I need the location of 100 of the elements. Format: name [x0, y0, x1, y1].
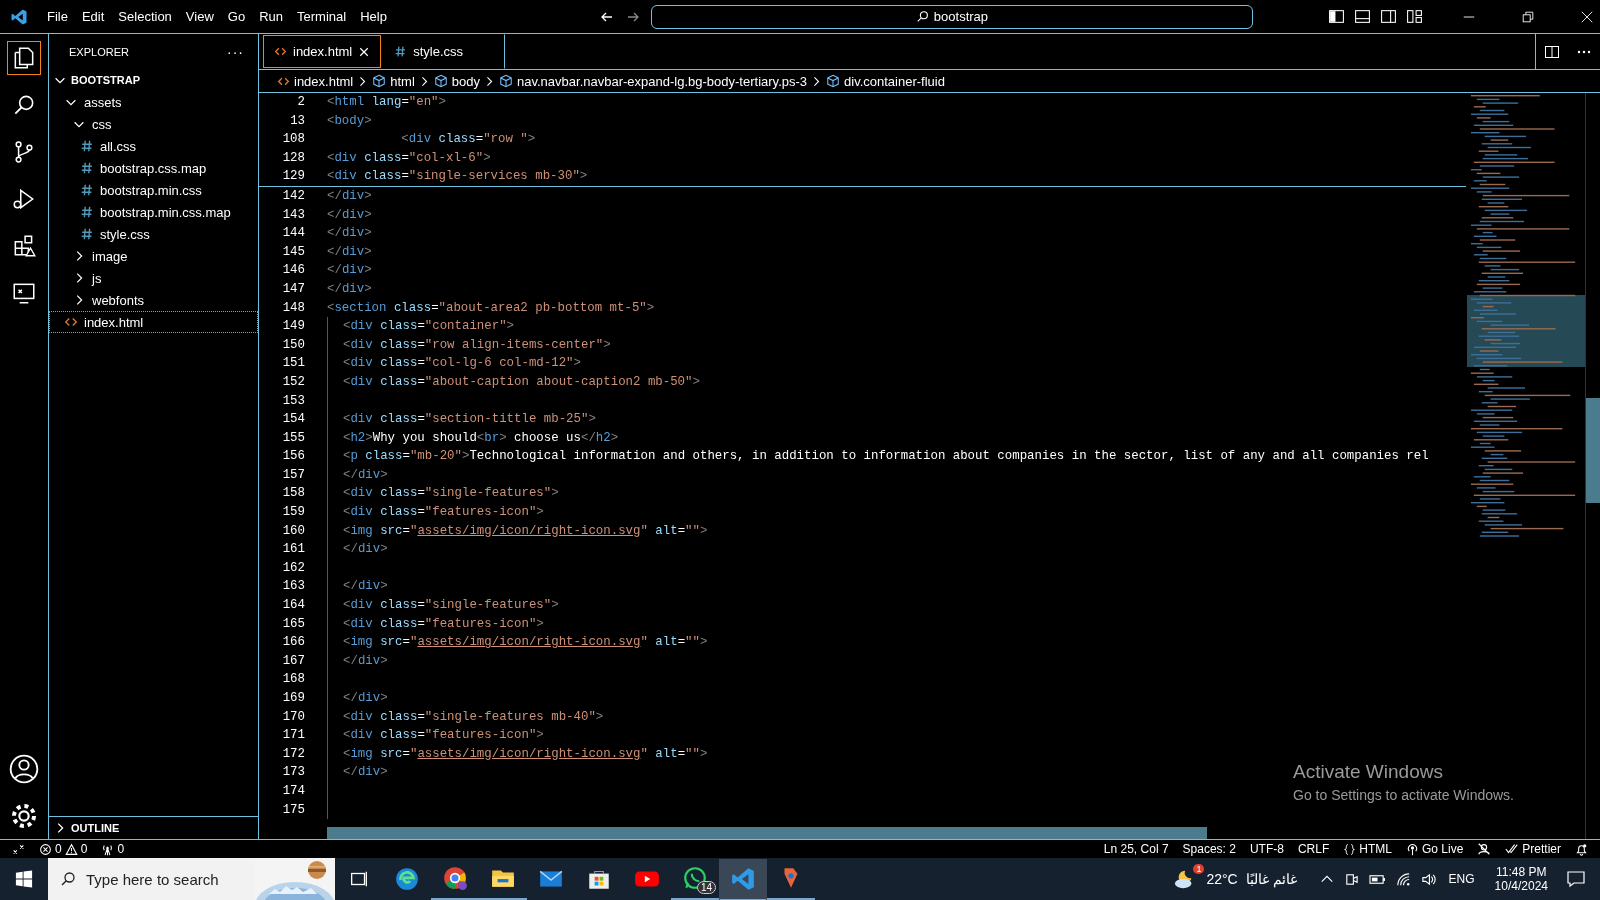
status-bar-item[interactable]: CRLF: [1297, 842, 1330, 856]
file-tree-item[interactable]: css: [49, 113, 258, 135]
status-bar-item[interactable]: UTF-8: [1249, 842, 1284, 856]
breadcrumb-item[interactable]: html: [372, 73, 415, 89]
file-tree-item[interactable]: style.css: [49, 223, 258, 245]
code-line: <img src="assets/img/icon/right-icon.svg" alt="">: [343, 634, 708, 652]
hash-icon: [80, 183, 94, 197]
line-number: 154: [281, 411, 306, 429]
hash-icon: [394, 45, 408, 58]
wifi-icon[interactable]: [1395, 871, 1411, 887]
scrollbar-thumb[interactable]: [1586, 398, 1600, 503]
code-line: <div class="row ">: [400, 131, 536, 149]
layout-icon[interactable]: [1406, 8, 1423, 25]
line-number: 129: [281, 168, 306, 186]
line-number: 166: [281, 634, 306, 652]
cube-icon: [433, 74, 448, 88]
code-line: <div class="row align-items-center">: [343, 336, 611, 354]
file-tree-item[interactable]: webfonts: [49, 289, 258, 311]
cube-icon: [372, 74, 387, 88]
status-bar-item[interactable]: [1477, 842, 1492, 856]
file-tree-item[interactable]: assets: [49, 91, 258, 113]
code-line: <div class="about-caption about-caption2 mb-50">: [343, 373, 700, 391]
line-number: 150: [281, 336, 306, 354]
more-actions-button[interactable]: ···: [227, 43, 244, 60]
clock-time[interactable]: 11:48 PM: [1496, 865, 1547, 879]
menu-item[interactable]: Selection: [111, 9, 179, 24]
line-number: 146: [281, 262, 306, 280]
file-tree-item[interactable]: js: [49, 267, 258, 289]
outline-section-header[interactable]: OUTLINE: [49, 816, 258, 839]
taskbar-search-field[interactable]: Type here to search: [48, 858, 335, 900]
status-bar-item[interactable]: Prettier: [1505, 842, 1561, 856]
close-icon[interactable]: [358, 45, 371, 58]
line-number: 158: [281, 485, 306, 503]
taskbar-app[interactable]: [719, 858, 767, 900]
line-number: 147: [281, 280, 306, 298]
cube-icon: [499, 74, 513, 88]
line-number: 165: [281, 615, 306, 633]
temperature[interactable]: 22°C: [1206, 871, 1238, 887]
file-tree-item[interactable]: bootstrap.min.css.map: [49, 201, 258, 223]
clock-date[interactable]: 10/4/2024: [1494, 879, 1548, 893]
breadcrumb-item[interactable]: body: [433, 73, 480, 89]
status-bar-item[interactable]: HTML: [1343, 842, 1392, 856]
menu-item[interactable]: Go: [220, 9, 253, 24]
code-line: <div class="features-icon">: [343, 504, 544, 522]
activity-bar-item[interactable]: [7, 41, 41, 75]
secondary-sidebar-icon[interactable]: [1380, 8, 1397, 25]
braces-icon: [1343, 842, 1357, 856]
line-number: 171: [281, 727, 306, 745]
start-icon[interactable]: [15, 870, 33, 888]
line-number: 157: [281, 466, 306, 484]
status-bar-item[interactable]: [1575, 842, 1588, 856]
account-icon[interactable]: [7, 752, 41, 786]
menu-item[interactable]: Edit: [74, 9, 112, 24]
menu-item[interactable]: Help: [353, 9, 394, 24]
close-icon[interactable]: [1580, 9, 1594, 24]
language-indicator[interactable]: ENG: [1448, 872, 1475, 886]
status-bar-item[interactable]: Ln 25, Col 7: [1103, 842, 1169, 856]
code-line: </div>: [327, 187, 372, 205]
menu-item[interactable]: Terminal: [290, 9, 354, 24]
breadcrumb-item[interactable]: index.html: [277, 73, 354, 89]
breadcrumb-item[interactable]: nav.navbar.navbar-expand-lg.bg-body-tertiary.ps-3: [499, 73, 808, 89]
file-tree-item[interactable]: bootstrap.min.css: [49, 179, 258, 201]
sidebar-toggle-icon[interactable]: [1328, 8, 1345, 25]
split-editor-icon[interactable]: [1544, 43, 1560, 60]
weather-condition[interactable]: غائم غالبًا: [1245, 871, 1297, 887]
file-tree-item[interactable]: index.html: [49, 311, 258, 333]
menu-item[interactable]: View: [178, 9, 221, 24]
broadcast-icon: [1405, 842, 1419, 856]
editor-tab[interactable]: style.css: [383, 34, 506, 69]
file-tree-item[interactable]: bootstrap.css.map: [49, 157, 258, 179]
line-number: 148: [281, 299, 306, 317]
editor-tab[interactable]: index.html: [263, 35, 382, 68]
command-center-search[interactable]: bootstrap: [650, 4, 1253, 29]
line-number: 161: [281, 541, 306, 559]
code-line: </div>: [327, 280, 372, 298]
code-line: <body>: [327, 112, 372, 130]
notification-icon[interactable]: [1566, 869, 1586, 889]
line-number: 175: [281, 801, 306, 819]
status-bar-item[interactable]: Go Live: [1405, 842, 1464, 856]
restore-icon[interactable]: [1521, 9, 1535, 24]
problems-indicator[interactable]: 0 0: [39, 842, 88, 856]
code-file-icon: [274, 45, 287, 58]
line-number: 168: [281, 671, 306, 689]
menu-item[interactable]: Run: [252, 9, 290, 24]
breadcrumb-item[interactable]: div.container-fluid: [826, 73, 945, 89]
code-line: <div class="features-icon">: [343, 727, 544, 745]
speaker-icon[interactable]: [1420, 871, 1436, 887]
remote-icon[interactable]: [12, 842, 25, 856]
workspace-folder-header[interactable]: BOOTSTRAP: [49, 69, 258, 91]
ports-indicator[interactable]: 0: [101, 842, 125, 856]
line-number: 144: [281, 225, 306, 243]
status-bar-item[interactable]: Spaces: 2: [1182, 842, 1236, 856]
code-line: <h2>Why you should<br> choose us</h2>: [343, 429, 619, 447]
camera-icon[interactable]: [1343, 871, 1359, 887]
horizontal-scrollbar[interactable]: [327, 827, 1207, 839]
menu-item[interactable]: File: [40, 9, 75, 24]
file-tree-item[interactable]: image: [49, 245, 258, 267]
code-line: <section class="about-area2 pb-bottom mt-5">: [327, 299, 655, 317]
panel-toggle-icon[interactable]: [1354, 8, 1371, 25]
file-tree-item[interactable]: all.css: [49, 135, 258, 157]
